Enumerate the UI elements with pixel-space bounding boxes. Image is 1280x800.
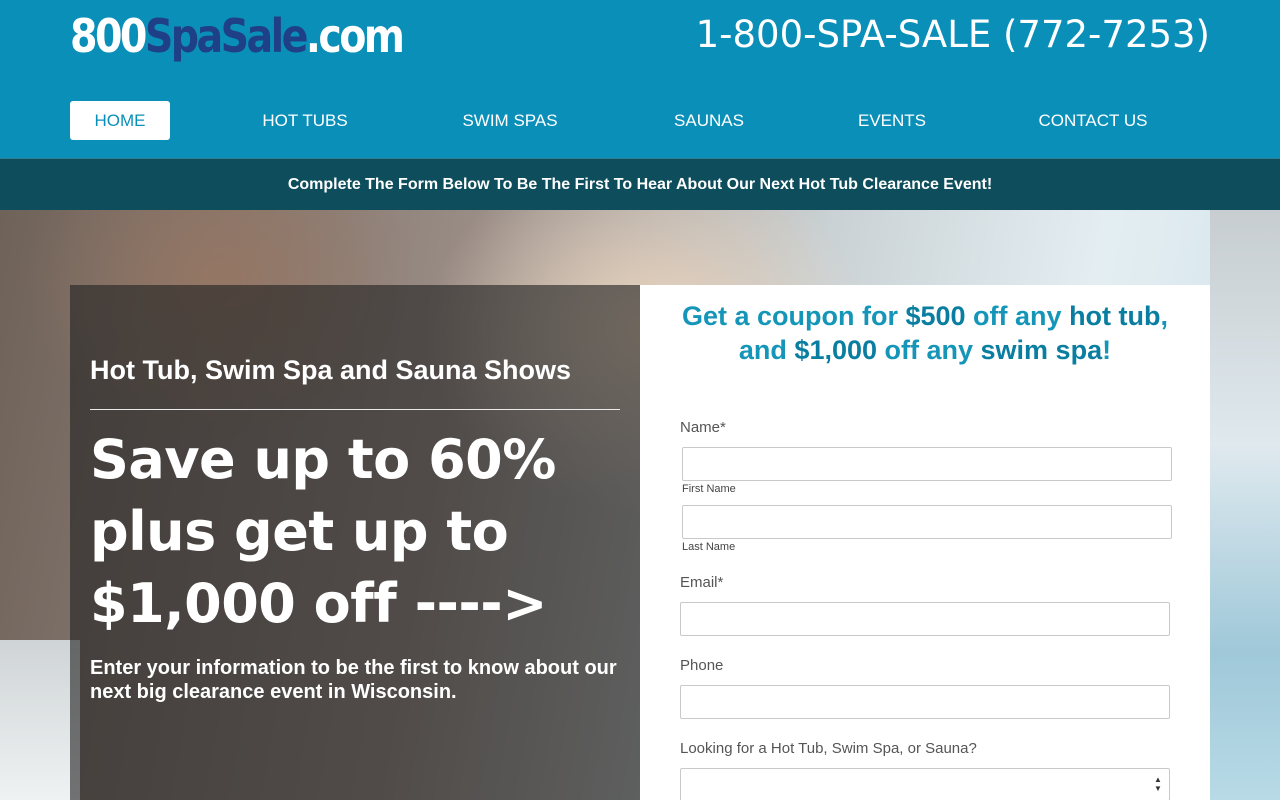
hero-headline: Save up to 60% plus get up to $1,000 off… (90, 428, 556, 635)
main-nav: HOME HOT TUBS SWIM SPAS SAUNAS EVENTS CO… (70, 101, 1210, 140)
site-logo[interactable]: 800 SpaSale .com (70, 8, 405, 64)
form-title-highlight: $500 (905, 301, 966, 331)
form-title-highlight: $1,000 (794, 335, 878, 365)
last-name-input[interactable] (682, 505, 1172, 539)
email-field-label: Email* (680, 574, 724, 591)
hero-subheading: Hot Tub, Swim Spa and Sauna Shows (90, 355, 572, 385)
form-title-part: off any (965, 301, 1070, 331)
select-updown-icon: ▲ ▼ (1154, 775, 1162, 793)
nav-item-events[interactable]: EVENTS (842, 101, 942, 140)
site-header: 800 SpaSale .com 1-800-SPA-SALE (772-7253)… (0, 0, 1280, 158)
form-title-part: off any (877, 335, 981, 365)
logo-part-spasale: SpaSale (144, 9, 309, 63)
nav-item-swim-spas[interactable]: SWIM SPAS (450, 101, 570, 140)
nav-item-saunas[interactable]: SAUNAS (659, 101, 759, 140)
phone-field-label: Phone (680, 657, 724, 674)
form-title-highlight: hot tub (1069, 301, 1161, 331)
hero-section: Hot Tub, Swim Spa and Sauna Shows Save u… (0, 210, 1280, 800)
form-title-part: ! (1102, 335, 1112, 365)
nav-item-hot-tubs[interactable]: HOT TUBS (250, 101, 360, 140)
coupon-form: Get a coupon for $500 off any hot tub, a… (640, 285, 1210, 800)
first-name-input[interactable] (682, 447, 1172, 481)
nav-item-home[interactable]: HOME (70, 101, 170, 140)
form-title-highlight: swim spa (980, 335, 1103, 365)
interest-field-label: Looking for a Hot Tub, Swim Spa, or Saun… (680, 740, 977, 757)
hero-background-ledge (0, 640, 80, 800)
last-name-sublabel: Last Name (682, 541, 736, 553)
hero-text-panel: Hot Tub, Swim Spa and Sauna Shows Save u… (70, 285, 640, 800)
form-title-part: Get a coupon for (681, 301, 906, 331)
phone-input[interactable] (680, 685, 1170, 719)
hero-divider (90, 409, 620, 410)
first-name-sublabel: First Name (682, 483, 736, 495)
nav-item-contact-us[interactable]: CONTACT US (1030, 101, 1156, 140)
hero-background-water (1210, 210, 1280, 800)
header-phone-number[interactable]: 1-800-SPA-SALE (772-7253) (696, 12, 1210, 58)
announcement-bar: Complete The Form Below To Be The First … (0, 158, 1280, 210)
name-field-label: Name* (680, 419, 726, 436)
email-input[interactable] (680, 602, 1170, 636)
form-title: Get a coupon for $500 off any hot tub, a… (660, 299, 1190, 367)
interest-select[interactable]: ▲ ▼ (680, 768, 1170, 800)
logo-part-800: 800 (70, 9, 147, 63)
hero-body-text: Enter your information to be the first t… (90, 657, 617, 703)
logo-part-com: .com (305, 9, 405, 63)
